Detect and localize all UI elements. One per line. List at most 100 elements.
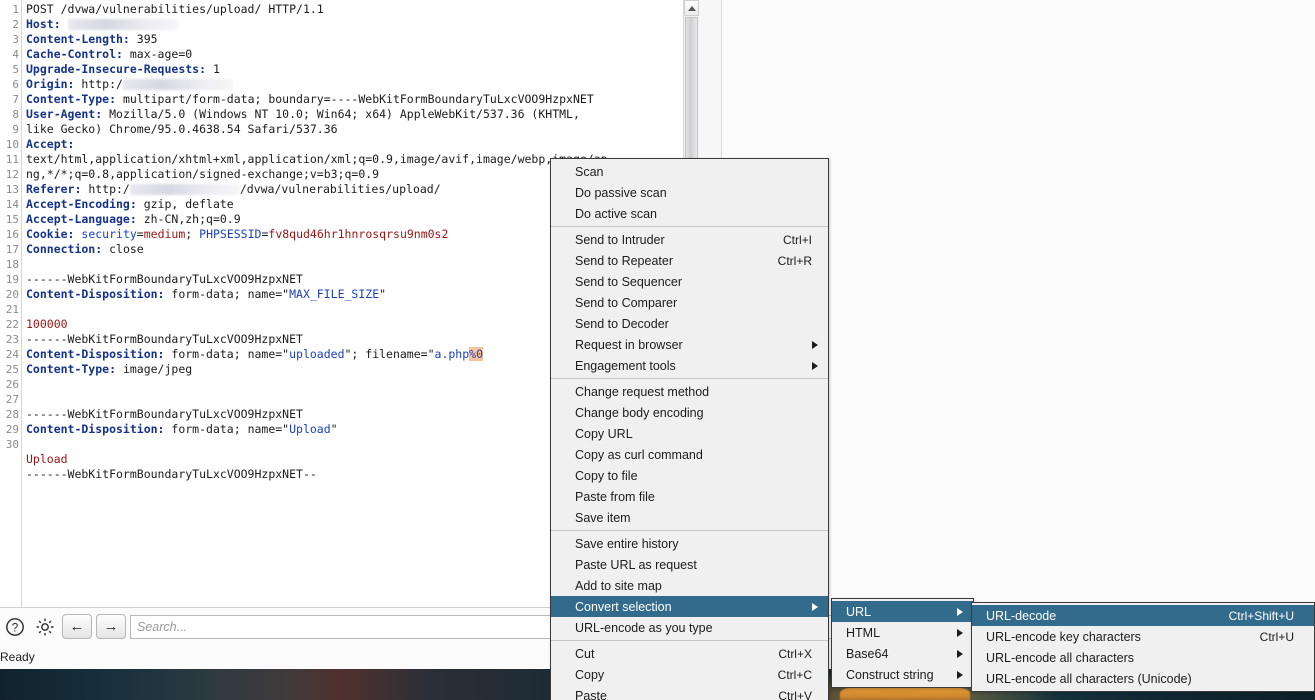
- submenu-arrow-icon: [957, 607, 963, 616]
- gear-icon[interactable]: [32, 614, 58, 640]
- line-number: 2: [12, 18, 19, 31]
- url-item-url-decode[interactable]: URL-decode Ctrl+Shift+U: [972, 605, 1314, 626]
- menu-item-copy[interactable]: Copy Ctrl+C: [551, 664, 828, 685]
- url-submenu[interactable]: URL-decode Ctrl+Shift+U URL-encode key cha…: [971, 602, 1315, 692]
- code-token: medium: [143, 227, 186, 241]
- code-token: =: [136, 227, 144, 241]
- code-token: User-Agent:: [26, 107, 103, 121]
- convert-item-html[interactable]: HTML: [832, 622, 973, 643]
- menu-item-cut[interactable]: Cut Ctrl+X: [551, 643, 828, 664]
- menu-item-label: Copy URL: [575, 426, 633, 441]
- menu-separator: [551, 226, 828, 227]
- line-number: 20: [5, 288, 19, 301]
- menu-item-label: Cut: [575, 646, 595, 661]
- code-line: POST /dvwa/vulnerabilities/upload/ HTTP/…: [26, 2, 721, 17]
- menu-separator: [551, 530, 828, 531]
- url-item-url-encode-all-characters[interactable]: URL-encode all characters: [972, 647, 1314, 668]
- line-number: 3: [12, 33, 19, 46]
- line-number: 5: [12, 63, 19, 76]
- line-number: 4: [12, 48, 19, 61]
- menu-item-shortcut: Ctrl+I: [782, 232, 812, 247]
- menu-item-change-body-encoding[interactable]: Change body encoding: [551, 402, 828, 423]
- menu-item-save-entire-history[interactable]: Save entire history: [551, 533, 828, 554]
- menu-item-label: Do passive scan: [575, 185, 667, 200]
- code-token: Content-Type:: [26, 362, 117, 376]
- url-item-url-encode-key-characters[interactable]: URL-encode key characters Ctrl+U: [972, 626, 1314, 647]
- code-token: Mozilla/5.0 (Windows NT 10.0; Win64; x64…: [102, 107, 580, 121]
- menu-item-paste-url-as-request[interactable]: Paste URL as request: [551, 554, 828, 575]
- menu-item-label: Copy to file: [575, 468, 638, 483]
- menu-item-label: Paste: [575, 688, 607, 700]
- line-number: 15: [5, 213, 19, 226]
- menu-item-add-to-site-map[interactable]: Add to site map: [551, 575, 828, 596]
- menu-item-save-item[interactable]: Save item: [551, 507, 828, 528]
- line-number: 12: [5, 168, 19, 181]
- menu-item-label: URL-encode as you type: [575, 620, 713, 635]
- redacted-host: [67, 19, 178, 30]
- code-token: 1: [206, 62, 220, 76]
- menu-item-label: Save entire history: [575, 536, 679, 551]
- line-number: 13: [5, 183, 19, 196]
- back-button[interactable]: ←: [62, 614, 92, 639]
- code-line: like Gecko) Chrome/95.0.4638.54 Safari/5…: [26, 122, 721, 137]
- code-token: Referer:: [26, 182, 82, 196]
- menu-item-change-request-method[interactable]: Change request method: [551, 381, 828, 402]
- line-number: 16: [5, 228, 19, 241]
- line-number: 6: [12, 78, 19, 91]
- code-line: Accept:: [26, 137, 721, 152]
- line-number: 7: [12, 93, 19, 106]
- menu-item-send-to-decoder[interactable]: Send to Decoder: [551, 313, 828, 334]
- menu-item-send-to-sequencer[interactable]: Send to Sequencer: [551, 271, 828, 292]
- line-number: 18: [5, 258, 19, 271]
- menu-item-copy-to-file[interactable]: Copy to file: [551, 465, 828, 486]
- menu-item-label: URL-decode: [986, 608, 1057, 623]
- menu-item-send-to-intruder[interactable]: Send to Intruder Ctrl+I: [551, 229, 828, 250]
- code-token: multipart/form-data; boundary=----WebKit…: [116, 92, 594, 106]
- menu-item-shortcut: Ctrl+X: [778, 646, 812, 661]
- menu-item-do-active-scan[interactable]: Do active scan: [551, 203, 828, 224]
- menu-item-paste-from-file[interactable]: Paste from file: [551, 486, 828, 507]
- convert-item-url[interactable]: URL: [832, 601, 973, 622]
- line-number: 17: [5, 243, 19, 256]
- menu-item-label: Copy as curl command: [575, 447, 703, 462]
- menu-item-send-to-repeater[interactable]: Send to Repeater Ctrl+R: [551, 250, 828, 271]
- menu-item-scan[interactable]: Scan: [551, 161, 828, 182]
- menu-item-copy-url[interactable]: Copy URL: [551, 423, 828, 444]
- code-token: Content-Type:: [26, 92, 117, 106]
- code-token: image/jpeg: [116, 362, 193, 376]
- help-icon[interactable]: ?: [2, 614, 28, 640]
- code-line: User-Agent: Mozilla/5.0 (Windows NT 10.0…: [26, 107, 721, 122]
- convert-item-construct-string[interactable]: Construct string: [832, 664, 973, 685]
- menu-item-do-passive-scan[interactable]: Do passive scan: [551, 182, 828, 203]
- scroll-up-arrow-icon[interactable]: [684, 0, 699, 16]
- context-menu[interactable]: Scan Do passive scan Do active scan Send to…: [550, 158, 829, 700]
- code-line: Origin: http:/: [26, 77, 721, 92]
- url-item-url-encode-all-characters-unicode[interactable]: URL-encode all characters (Unicode): [972, 668, 1314, 689]
- menu-item-convert-selection[interactable]: Convert selection: [551, 596, 828, 617]
- menu-item-label: Paste URL as request: [575, 557, 697, 572]
- menu-item-label: URL-encode all characters: [986, 650, 1134, 665]
- menu-item-label: URL-encode all characters (Unicode): [986, 671, 1192, 686]
- line-number: 28: [5, 408, 19, 421]
- menu-separator: [551, 640, 828, 641]
- menu-item-request-in-browser[interactable]: Request in browser: [551, 334, 828, 355]
- menu-item-label: Convert selection: [575, 599, 672, 614]
- forward-button[interactable]: →: [96, 614, 126, 639]
- code-token: ": [330, 422, 338, 436]
- convert-item-base64[interactable]: Base64: [832, 643, 973, 664]
- code-token: POST /dvwa/vulnerabilities/upload/ HTTP/…: [26, 2, 324, 16]
- code-token: http:/: [81, 182, 130, 196]
- menu-item-send-to-comparer[interactable]: Send to Comparer: [551, 292, 828, 313]
- code-token: /dvwa/vulnerabilities/upload/: [239, 182, 441, 196]
- code-token: a.php: [434, 347, 470, 361]
- convert-selection-submenu[interactable]: URL HTML Base64 Construct string: [831, 598, 974, 688]
- code-line: Cache-Control: max-age=0: [26, 47, 721, 62]
- line-number: 24: [5, 348, 19, 361]
- code-token: form-data; name=": [164, 347, 290, 361]
- submenu-arrow-icon: [812, 602, 818, 611]
- menu-item-url-encode-as-you-type[interactable]: URL-encode as you type: [551, 617, 828, 638]
- menu-item-copy-as-curl-command[interactable]: Copy as curl command: [551, 444, 828, 465]
- menu-item-label: Request in browser: [575, 337, 683, 352]
- menu-item-paste[interactable]: Paste Ctrl+V: [551, 685, 828, 700]
- menu-item-engagement-tools[interactable]: Engagement tools: [551, 355, 828, 376]
